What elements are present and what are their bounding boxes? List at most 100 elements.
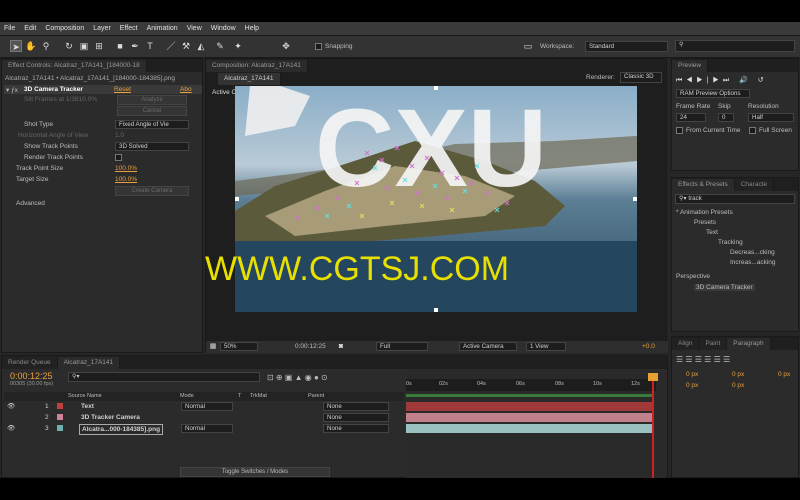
tab-composition[interactable]: Composition: Alcatraz_17A141	[206, 60, 308, 72]
layer-mode-select[interactable]: Normal	[181, 424, 233, 433]
col-trkmat[interactable]: TrkMat	[250, 393, 267, 399]
roto-brush-tool-icon[interactable]: ✎	[214, 40, 226, 52]
workspace-icon[interactable]: ▭	[522, 40, 534, 52]
layer-name[interactable]: Alcatra...000-184385].png	[79, 424, 164, 435]
clone-stamp-tool-icon[interactable]: ⚒	[180, 40, 192, 52]
col-source-name[interactable]: Source Name	[68, 393, 102, 399]
layer-bar-text[interactable]	[406, 402, 654, 411]
timeline-timecode[interactable]: 0:00:12:25	[10, 371, 53, 381]
layer-row[interactable]: 2 3D Tracker Camera None	[5, 412, 403, 423]
layer-parent-select[interactable]: None	[323, 402, 389, 411]
camera-tool-icon[interactable]: ▣	[78, 40, 90, 52]
puppet-tool-icon[interactable]: ✦	[232, 40, 244, 52]
zoom-select[interactable]: 50%	[220, 342, 258, 351]
tab-render-queue[interactable]: Render Queue	[2, 357, 58, 369]
resolution-select[interactable]: Full	[376, 342, 428, 351]
tree-3d-camera-tracker[interactable]: 3D Camera Tracker	[694, 284, 755, 291]
menu-composition[interactable]: Composition	[45, 25, 84, 32]
render-track-points-checkbox[interactable]	[115, 154, 122, 161]
snapping-checkbox[interactable]	[315, 43, 322, 50]
effects-search-input[interactable]: ⚲▾ track	[675, 194, 795, 204]
eraser-tool-icon[interactable]: ◭	[195, 40, 207, 52]
layer-bar-camera[interactable]	[406, 413, 654, 422]
selection-tool-icon[interactable]: ➤	[10, 40, 22, 52]
type-tool-icon[interactable]: T	[144, 40, 156, 52]
composition-subtab[interactable]: Alcatraz_17A141	[218, 73, 281, 85]
tab-preview[interactable]: Preview	[672, 60, 709, 72]
layer-parent-select[interactable]: None	[323, 413, 389, 422]
eye-icon[interactable]: 👁	[7, 401, 15, 412]
ram-preview-options-select[interactable]: RAM Preview Options	[676, 89, 750, 98]
exposure-value[interactable]: +0.0	[642, 343, 655, 350]
menu-view[interactable]: View	[187, 25, 202, 32]
layer-bar-footage[interactable]	[406, 424, 654, 433]
full-screen-checkbox[interactable]	[749, 127, 756, 134]
layer-color-label[interactable]	[57, 425, 63, 431]
brush-tool-icon[interactable]: ／	[165, 40, 177, 52]
fx-icon[interactable]: ▾ ƒx	[6, 86, 18, 94]
shot-type-select[interactable]: Fixed Angle of Vie	[115, 120, 189, 129]
indent-left-value[interactable]: 0 px	[686, 371, 698, 378]
rotate-tool-icon[interactable]: ↻	[63, 40, 75, 52]
eye-icon[interactable]: 👁	[7, 423, 15, 434]
menu-help[interactable]: Help	[245, 25, 259, 32]
axis-mode-icon[interactable]: ✥	[280, 40, 292, 52]
show-track-points-select[interactable]: 3D Solved	[115, 142, 189, 151]
layer-mode-select[interactable]: Normal	[181, 402, 233, 411]
viewer-timecode[interactable]: 0:00:12:25	[295, 343, 326, 350]
rectangle-tool-icon[interactable]: ■	[114, 40, 126, 52]
from-current-checkbox[interactable]	[676, 127, 683, 134]
view-layout-select[interactable]: 1 View	[526, 342, 566, 351]
cancel-button[interactable]: Cancel	[117, 106, 187, 116]
col-parent[interactable]: Parent	[308, 393, 324, 399]
menu-layer[interactable]: Layer	[93, 25, 111, 32]
current-time-indicator[interactable]	[652, 374, 654, 478]
analyze-button[interactable]: Analyze	[117, 95, 187, 105]
tab-effect-controls[interactable]: Effect Controls: Alcatraz_17A141_[184000…	[2, 60, 147, 72]
frame-rate-select[interactable]: 24	[676, 113, 706, 122]
align-buttons[interactable]: ☰ ☰ ☰ ☰ ☰ ☰	[676, 355, 730, 364]
timeline-switch-icons[interactable]: ⊡ ⊕ ▣ ▲ ◉ ● ⊙	[267, 373, 328, 382]
menu-file[interactable]: File	[4, 25, 15, 32]
tab-paragraph[interactable]: Paragraph	[727, 338, 771, 350]
tree-perspective[interactable]: Perspective	[676, 273, 710, 280]
layer-row[interactable]: 👁 1 Text Normal None	[5, 401, 403, 412]
first-line-value[interactable]: 0 px	[778, 371, 790, 378]
menu-animation[interactable]: Animation	[147, 25, 178, 32]
create-camera-button[interactable]: Create Camera	[115, 186, 189, 196]
menu-edit[interactable]: Edit	[24, 25, 36, 32]
layer-color-label[interactable]	[57, 414, 63, 420]
playback-controls[interactable]: ⏮◀▶|▶⏭ 🔊 ↺	[676, 76, 796, 86]
tab-timeline-comp[interactable]: Alcatraz_17A141	[57, 357, 121, 369]
layer-parent-select[interactable]: None	[323, 424, 389, 433]
help-search-input[interactable]: ⚲	[675, 40, 795, 52]
tab-paint[interactable]: Paint	[699, 338, 728, 350]
layer-name[interactable]: 3D Tracker Camera	[81, 412, 140, 423]
tree-presets[interactable]: Presets	[694, 219, 716, 226]
track-point-size-value[interactable]: 100.0%	[115, 165, 137, 172]
always-preview-icon[interactable]: ▦	[208, 341, 218, 351]
playhead-handle[interactable]	[648, 373, 658, 381]
hand-tool-icon[interactable]: ✋	[25, 40, 37, 52]
layer-color-label[interactable]	[57, 403, 63, 409]
layer-name[interactable]: Text	[81, 401, 94, 412]
snapshot-icon[interactable]: ◙	[336, 341, 346, 351]
preview-resolution-select[interactable]: Half	[748, 113, 794, 122]
space-after-value[interactable]: 0 px	[732, 382, 744, 389]
renderer-select[interactable]: Classic 3D	[620, 72, 662, 83]
timeline-search-input[interactable]: ⚲▾	[68, 372, 260, 382]
skip-input[interactable]: 0	[718, 113, 734, 122]
workspace-select[interactable]: Standard	[585, 41, 668, 52]
tab-align[interactable]: Align	[672, 338, 700, 350]
indent-right-value[interactable]: 0 px	[732, 371, 744, 378]
tab-effects-presets[interactable]: Effects & Presets	[672, 179, 735, 191]
menu-window[interactable]: Window	[211, 25, 236, 32]
tree-decreasing-tracking[interactable]: Decreas...cking	[730, 249, 775, 256]
zoom-tool-icon[interactable]: ⚲	[40, 40, 52, 52]
effect-reset-link[interactable]: Reset	[114, 86, 131, 93]
menu-effect[interactable]: Effect	[120, 25, 138, 32]
tree-animation-presets[interactable]: * Animation Presets	[676, 209, 733, 216]
advanced-section[interactable]: Advanced	[16, 200, 45, 207]
pen-tool-icon[interactable]: ✒	[129, 40, 141, 52]
target-size-value[interactable]: 100.0%	[115, 176, 137, 183]
